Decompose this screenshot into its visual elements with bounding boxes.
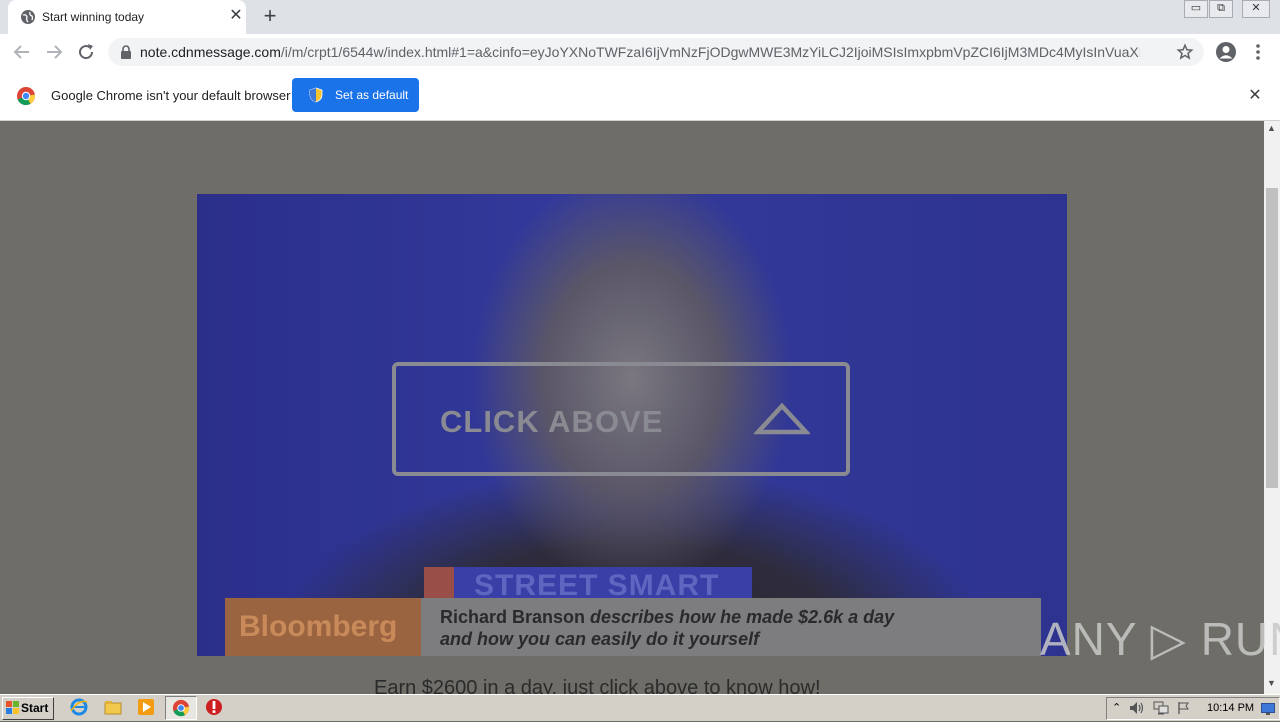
lock-icon [120, 45, 132, 64]
caption-line-2: and how you can easily do it yourself [440, 629, 760, 649]
street-smart-banner: STREET SMART [424, 567, 752, 602]
globe-icon [20, 9, 36, 30]
caption-text: Richard Branson describes how he made $2… [440, 606, 894, 650]
scroll-down-arrow-icon[interactable]: ▼ [1267, 678, 1276, 688]
caption-name: Richard Branson [440, 607, 586, 627]
tab-strip: Start winning today ✕ + ▭ ⧉ ✕ [0, 0, 1280, 34]
reload-button[interactable] [74, 40, 98, 64]
system-tray: ⌃ 10:14 PM [1106, 697, 1280, 720]
back-button[interactable] [10, 40, 34, 64]
scroll-thumb[interactable] [1266, 188, 1278, 488]
up-triangle-icon [752, 402, 812, 441]
infobar-close-icon[interactable]: ✕ [1246, 87, 1264, 105]
bookmark-star-icon[interactable] [1176, 43, 1194, 66]
url-text: note.cdnmessage.com/i/m/crpt1/6544w/inde… [140, 44, 1140, 60]
tab-close-icon[interactable]: ✕ [226, 6, 246, 26]
start-label: Start [21, 701, 49, 715]
chrome-logo-icon [16, 86, 36, 111]
minimize-button[interactable]: ▭ [1184, 0, 1208, 18]
click-above-overlay[interactable]: CLICK ABOVE [392, 362, 850, 476]
file-explorer-icon[interactable] [104, 698, 124, 718]
tab-title: Start winning today [42, 10, 145, 24]
media-player-icon[interactable] [137, 698, 157, 718]
internet-explorer-icon[interactable] [70, 698, 90, 718]
uac-shield-icon [309, 87, 323, 106]
windows-taskbar: Start ⌃ 10:14 PM [0, 694, 1280, 721]
browser-tab[interactable]: Start winning today ✕ [8, 0, 246, 34]
set-as-default-label: Set as default [335, 88, 409, 102]
infobar-message: Google Chrome isn't your default browser [51, 88, 291, 103]
earn-headline: Earn $2600 in a day, just click above to… [374, 677, 821, 694]
tray-expand-icon[interactable]: ⌃ [1112, 701, 1121, 714]
close-window-button[interactable]: ✕ [1242, 0, 1270, 18]
bloomberg-wordmark: Bloomberg [239, 610, 398, 643]
video-thumbnail[interactable]: CLICK ABOVE STREET SMART Bloomberg Richa… [197, 194, 1067, 656]
browser-toolbar: note.cdnmessage.com/i/m/crpt1/6544w/inde… [0, 34, 1280, 70]
volume-icon[interactable] [1129, 701, 1145, 720]
scroll-up-arrow-icon[interactable]: ▲ [1267, 123, 1276, 133]
windows-logo-icon [6, 701, 20, 718]
banner-accent [424, 567, 454, 599]
menu-kebab-icon[interactable] [1252, 43, 1264, 66]
page-content: CLICK ABOVE STREET SMART Bloomberg Richa… [0, 121, 1264, 694]
show-desktop-icon[interactable] [1261, 702, 1275, 720]
set-as-default-button[interactable]: Set as default [292, 78, 419, 112]
network-icon[interactable] [1153, 701, 1169, 720]
chrome-taskbar-button[interactable] [165, 696, 197, 720]
click-above-label: CLICK ABOVE [440, 404, 664, 439]
chrome-icon [172, 699, 190, 722]
restore-button[interactable]: ⧉ [1209, 0, 1233, 18]
taskbar-clock: 10:14 PM [1207, 702, 1255, 714]
caption-line-1: describes how he made $2.6k a day [585, 607, 895, 627]
default-browser-infobar: Google Chrome isn't your default browser… [0, 70, 1280, 121]
action-center-flag-icon[interactable] [1177, 701, 1191, 720]
bloomberg-logo: Bloomberg [225, 598, 421, 656]
forward-button[interactable] [42, 40, 66, 64]
anyrun-watermark: ANY ▷ RUN [1040, 613, 1280, 665]
warning-app-icon[interactable] [205, 698, 225, 718]
lower-third-caption: Bloomberg Richard Branson describes how … [225, 598, 1041, 656]
profile-icon[interactable] [1215, 41, 1237, 68]
start-button[interactable]: Start [2, 697, 54, 720]
page-scrollbar[interactable]: ▲ ▼ [1264, 121, 1280, 694]
address-bar[interactable]: note.cdnmessage.com/i/m/crpt1/6544w/inde… [108, 38, 1204, 66]
new-tab-button[interactable]: + [259, 5, 281, 28]
